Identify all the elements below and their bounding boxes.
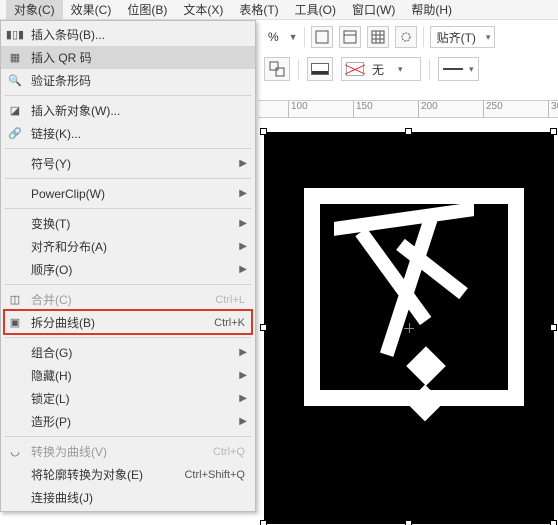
show-guidelines-button[interactable] — [395, 26, 417, 48]
menu-table[interactable]: 表格(T) — [231, 0, 286, 20]
menu-separator — [5, 208, 251, 209]
ruler-tick: 200 — [418, 101, 438, 119]
menu-bitmap[interactable]: 位图(B) — [119, 0, 175, 20]
show-rulers-button[interactable] — [339, 26, 361, 48]
toolbar-main: % ▼ 贴齐(T) ▾ — [258, 22, 558, 52]
selection-handle[interactable] — [550, 324, 557, 331]
menuitem-links[interactable]: 🔗 链接(K)... — [1, 122, 255, 145]
horizontal-ruler: 100 150 200 250 300 — [258, 100, 558, 118]
full-screen-button[interactable] — [311, 26, 333, 48]
separator — [429, 59, 430, 79]
menu-separator — [5, 436, 251, 437]
menu-separator — [5, 148, 251, 149]
object-menu-dropdown: ▮▯▮ 插入条码(B)... ▦ 插入 QR 码 🔍 验证条形码 ◪ 插入新对象… — [0, 20, 256, 512]
submenu-arrow-icon: ▶ — [239, 393, 247, 404]
ruler-tick: 150 — [353, 101, 373, 119]
ruler-tick: 250 — [483, 101, 503, 119]
menu-window[interactable]: 窗口(W) — [344, 0, 403, 20]
object-icon: ◪ — [7, 103, 23, 119]
chevron-down-icon: ▾ — [469, 64, 474, 75]
menu-separator — [5, 178, 251, 179]
menu-effects[interactable]: 效果(C) — [63, 0, 120, 20]
menuitem-verify-barcode[interactable]: 🔍 验证条形码 — [1, 69, 255, 92]
separator — [298, 59, 299, 79]
center-marker[interactable] — [404, 323, 414, 333]
no-fill-icon — [346, 62, 364, 76]
selection-handle[interactable] — [405, 128, 412, 135]
menu-separator — [5, 95, 251, 96]
menuitem-align-distribute[interactable]: 对齐和分布(A) ▶ — [1, 235, 255, 258]
snap-label: 贴齐(T) — [431, 29, 482, 46]
submenu-arrow-icon: ▶ — [239, 416, 247, 427]
artwork-glyph — [334, 202, 504, 392]
chevron-down-icon[interactable]: ▼ — [289, 32, 298, 42]
menuitem-symbols[interactable]: 符号(Y) ▶ — [1, 152, 255, 175]
menuitem-insert-new-object[interactable]: ◪ 插入新对象(W)... — [1, 99, 255, 122]
qr-icon: ▦ — [7, 50, 23, 66]
outline-width-select[interactable]: ▾ — [438, 57, 479, 81]
submenu-arrow-icon: ▶ — [239, 264, 247, 275]
outline-pen-button[interactable] — [307, 57, 333, 81]
submenu-arrow-icon: ▶ — [239, 188, 247, 199]
line-weight-icon — [443, 68, 463, 70]
menu-text[interactable]: 文本(X) — [175, 0, 231, 20]
submenu-arrow-icon: ▶ — [239, 370, 247, 381]
separator — [304, 27, 305, 47]
outline-style-select[interactable]: 无 ▾ — [341, 57, 421, 81]
selection-handle[interactable] — [550, 128, 557, 135]
ruler-tick: 300 — [548, 101, 558, 119]
break-apart-icon: ▣ — [7, 315, 23, 331]
zoom-suffix: % — [264, 30, 283, 44]
selection-handle[interactable] — [405, 520, 412, 525]
menuitem-shaping[interactable]: 造形(P) ▶ — [1, 410, 255, 433]
menuitem-group[interactable]: 组合(G) ▶ — [1, 341, 255, 364]
submenu-arrow-icon: ▶ — [239, 241, 247, 252]
selection-handle[interactable] — [260, 520, 267, 525]
selection-handle[interactable] — [260, 324, 267, 331]
menu-separator — [5, 284, 251, 285]
menuitem-outline-to-object[interactable]: 将轮廓转换为对象(E) Ctrl+Shift+Q — [1, 463, 255, 486]
selection-handle[interactable] — [260, 128, 267, 135]
ruler-tick: 100 — [288, 101, 308, 119]
menuitem-lock[interactable]: 锁定(L) ▶ — [1, 387, 255, 410]
submenu-arrow-icon: ▶ — [239, 218, 247, 229]
menuitem-convert-to-curves: ◡ 转换为曲线(V) Ctrl+Q — [1, 440, 255, 463]
menu-help[interactable]: 帮助(H) — [403, 0, 460, 20]
menuitem-transform[interactable]: 变换(T) ▶ — [1, 212, 255, 235]
selection-handle[interactable] — [550, 520, 557, 525]
pen-icon — [311, 63, 329, 75]
separator — [423, 27, 424, 47]
barcode-icon: ▮▯▮ — [7, 27, 23, 43]
menuitem-insert-qr[interactable]: ▦ 插入 QR 码 — [1, 46, 255, 69]
outline-style-label: 无 — [368, 61, 394, 78]
menuitem-join-curves[interactable]: 连接曲线(J) — [1, 486, 255, 509]
combine-icon: ◫ — [7, 292, 23, 308]
submenu-arrow-icon: ▶ — [239, 158, 247, 169]
menuitem-powerclip[interactable]: PowerClip(W) ▶ — [1, 182, 255, 205]
snap-dropdown[interactable]: 贴齐(T) ▾ — [430, 26, 496, 48]
submenu-arrow-icon: ▶ — [239, 347, 247, 358]
menu-object[interactable]: 对象(C) — [6, 0, 63, 20]
show-grid-button[interactable] — [367, 26, 389, 48]
link-icon: 🔗 — [7, 126, 23, 142]
chevron-down-icon: ▾ — [482, 32, 495, 43]
menuitem-combine: ◫ 合并(C) Ctrl+L — [1, 288, 255, 311]
menuitem-hide[interactable]: 隐藏(H) ▶ — [1, 364, 255, 387]
curve-icon: ◡ — [7, 444, 23, 460]
menu-tools[interactable]: 工具(O) — [287, 0, 344, 20]
chevron-down-icon: ▾ — [394, 64, 420, 75]
canvas[interactable] — [258, 118, 558, 525]
magnifier-icon: 🔍 — [7, 73, 23, 89]
menu-bar: 对象(C) 效果(C) 位图(B) 文本(X) 表格(T) 工具(O) 窗口(W… — [0, 0, 558, 20]
menuitem-order[interactable]: 顺序(O) ▶ — [1, 258, 255, 281]
menu-separator — [5, 337, 251, 338]
menuitem-break-apart[interactable]: ▣ 拆分曲线(B) Ctrl+K — [1, 311, 255, 334]
property-bar: 无 ▾ ▾ — [258, 54, 558, 84]
ungroup-button[interactable] — [264, 57, 290, 81]
menuitem-insert-barcode[interactable]: ▮▯▮ 插入条码(B)... — [1, 23, 255, 46]
